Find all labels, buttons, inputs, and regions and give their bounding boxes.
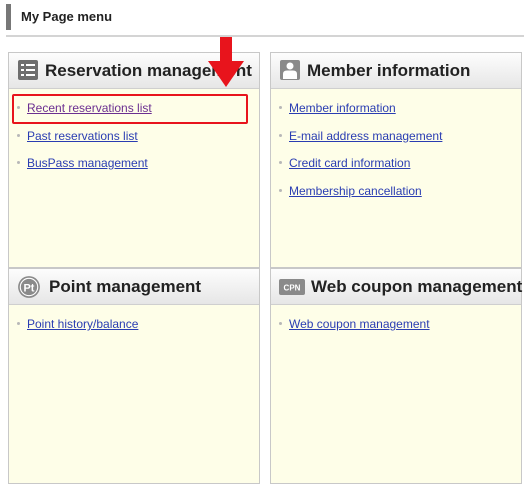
buspass-management-link[interactable]: BusPass management (27, 156, 148, 170)
coupon-panel-title: Web coupon management (311, 277, 523, 296)
point-panel: Pt Point management Point history/balanc… (8, 268, 260, 484)
member-panel-title: Member information (307, 61, 471, 80)
coupon-panel-header: CPN Web coupon management (271, 269, 523, 305)
cpn-icon-label: CPN (284, 284, 301, 293)
member-panel: Member information Member information E-… (270, 52, 522, 268)
point-history-balance-link[interactable]: Point history/balance (27, 317, 138, 331)
bullet-icon (17, 161, 20, 164)
past-reservations-link[interactable]: Past reservations list (27, 129, 138, 143)
page-header: My Page menu (6, 4, 524, 30)
header-divider (6, 35, 524, 37)
highlight-box (12, 94, 248, 124)
list-icon (18, 60, 38, 80)
page-title: My Page menu (21, 9, 113, 24)
credit-card-information-link[interactable]: Credit card information (289, 156, 410, 170)
pt-icon: Pt (18, 276, 40, 298)
bullet-icon (279, 188, 282, 192)
point-panel-title: Point management (49, 277, 202, 296)
person-icon (280, 60, 300, 80)
email-address-management-link[interactable]: E-mail address management (289, 129, 442, 143)
bullet-icon (279, 106, 282, 109)
member-information-link[interactable]: Member information (289, 101, 396, 115)
web-coupon-management-link[interactable]: Web coupon management (289, 317, 430, 331)
bullet-icon (279, 161, 282, 164)
bullet-icon (279, 322, 282, 325)
bullet-icon (17, 133, 20, 137)
bullet-icon (279, 133, 282, 137)
cpn-icon: CPN (279, 279, 305, 295)
coupon-panel: CPN Web coupon management Web coupon man… (270, 268, 522, 484)
bullet-icon (17, 322, 20, 325)
membership-cancellation-link[interactable]: Membership cancellation (289, 184, 422, 198)
member-panel-header: Member information (271, 53, 521, 89)
pt-icon-label: Pt (24, 282, 35, 294)
red-arrow-icon (208, 37, 244, 87)
point-panel-header: Pt Point management (9, 269, 259, 305)
